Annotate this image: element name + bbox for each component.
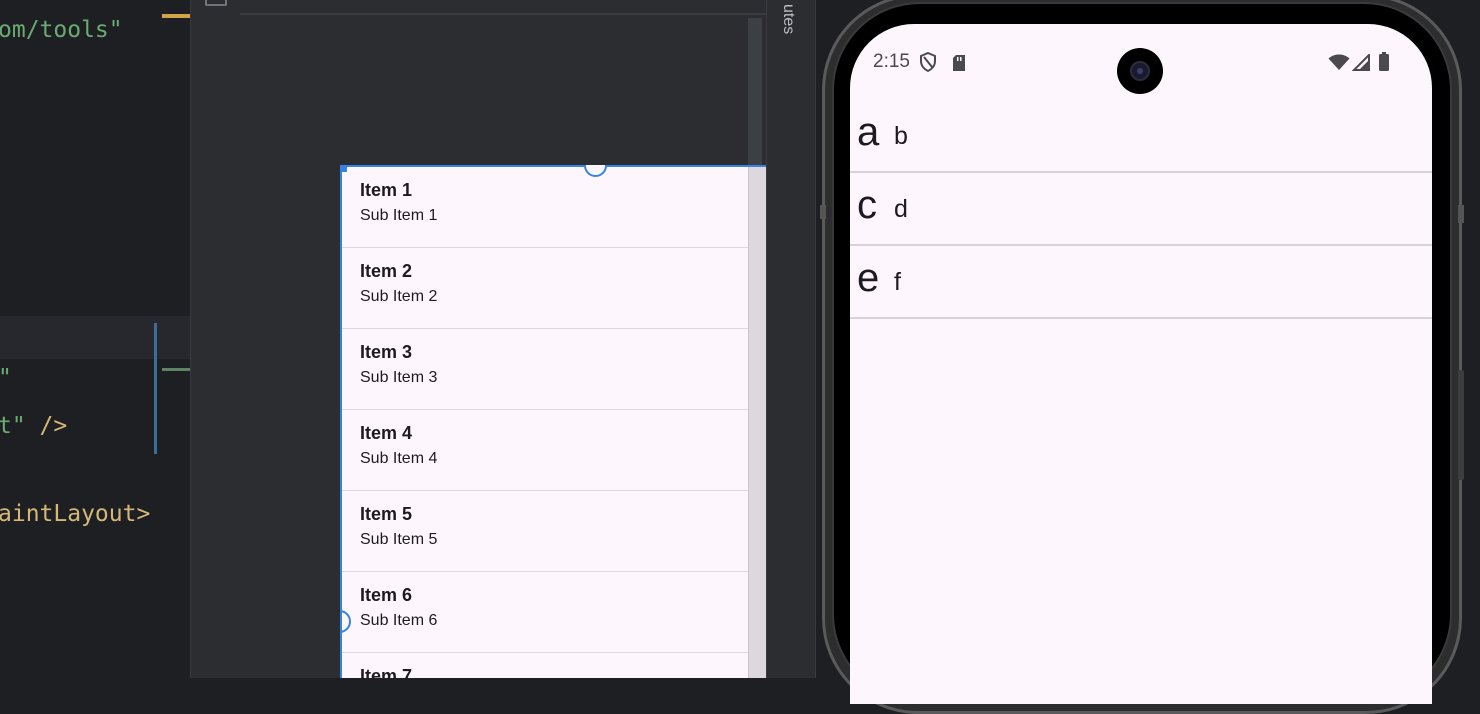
row-secondary-text: b bbox=[894, 122, 908, 150]
code-line-3[interactable]: t" /> bbox=[0, 412, 67, 440]
item-subtitle: Sub Item 5 bbox=[360, 531, 438, 548]
attributes-tool-window-bar: utes bbox=[766, 0, 816, 678]
layout-preview[interactable]: Item 1 Sub Item 1 Item 2 Sub Item 2 Item… bbox=[340, 165, 766, 678]
status-time: 2:15 bbox=[873, 51, 910, 72]
canvas-divider bbox=[240, 13, 766, 15]
row-primary-text: a bbox=[857, 110, 880, 154]
list-item[interactable]: Item 6 Sub Item 6 bbox=[342, 572, 748, 653]
device-frame-icon[interactable] bbox=[205, 0, 227, 6]
item-title: Item 3 bbox=[360, 342, 413, 362]
lens-reflection bbox=[1137, 68, 1143, 74]
change-marker bbox=[162, 14, 190, 18]
item-subtitle: Sub Item 2 bbox=[360, 288, 438, 305]
change-marker bbox=[162, 368, 190, 371]
current-line-highlight bbox=[0, 316, 190, 359]
sd-card-icon bbox=[953, 55, 965, 71]
item-title: Item 4 bbox=[360, 423, 413, 443]
camera-lens bbox=[1130, 61, 1150, 81]
attributes-tab[interactable]: utes bbox=[777, 4, 799, 34]
list-item[interactable]: Item 2 Sub Item 2 bbox=[342, 248, 748, 329]
code-string: " bbox=[0, 365, 12, 391]
front-camera bbox=[1117, 48, 1163, 94]
item-subtitle: Sub Item 4 bbox=[360, 450, 438, 467]
phone-side-button[interactable] bbox=[820, 205, 826, 219]
code-line-1[interactable]: om/tools" bbox=[0, 16, 123, 44]
code-string: om/tools" bbox=[0, 17, 123, 43]
volume-button[interactable] bbox=[1458, 370, 1464, 480]
code-tag-close: /> bbox=[25, 413, 68, 439]
code-editor[interactable]: om/tools" " t" /> aintLayout> bbox=[0, 0, 190, 678]
item-title: Item 7 bbox=[360, 666, 413, 678]
shield-icon bbox=[920, 52, 936, 72]
battery-icon bbox=[1379, 52, 1389, 71]
list-item[interactable]: c d bbox=[850, 173, 1432, 246]
power-button[interactable] bbox=[1458, 205, 1464, 223]
item-subtitle: Sub Item 3 bbox=[360, 369, 438, 386]
item-title: Item 2 bbox=[360, 261, 413, 281]
selection-corner-handle[interactable] bbox=[340, 165, 347, 172]
item-title: Item 5 bbox=[360, 504, 413, 524]
list-item[interactable]: Item 5 Sub Item 5 bbox=[342, 491, 748, 572]
code-line-4[interactable]: aintLayout> bbox=[0, 500, 150, 528]
design-toolbar bbox=[190, 0, 240, 678]
item-subtitle: Sub Item 6 bbox=[360, 612, 438, 629]
wifi-icon bbox=[1328, 54, 1350, 70]
list-item[interactable]: Item 3 Sub Item 3 bbox=[342, 329, 748, 410]
row-secondary-text: f bbox=[894, 268, 901, 296]
list-item[interactable]: Item 4 Sub Item 4 bbox=[342, 410, 748, 491]
code-line-2[interactable]: " bbox=[0, 364, 12, 392]
row-primary-text: c bbox=[857, 183, 877, 227]
list-item[interactable]: a b bbox=[850, 100, 1432, 173]
code-string: t" bbox=[0, 413, 26, 439]
list-item[interactable]: Item 7 bbox=[342, 653, 748, 678]
row-secondary-text: d bbox=[894, 195, 908, 223]
item-title: Item 6 bbox=[360, 585, 413, 605]
list-item[interactable]: e f bbox=[850, 246, 1432, 319]
row-primary-text: e bbox=[857, 256, 880, 300]
list-item[interactable]: Item 1 Sub Item 1 bbox=[342, 167, 748, 248]
device-screen[interactable]: 2:15 a b c d e f bbox=[850, 24, 1432, 704]
item-subtitle: Sub Item 1 bbox=[360, 207, 438, 224]
signal-icon bbox=[1352, 54, 1370, 71]
preview-scrollbar[interactable] bbox=[748, 167, 766, 678]
code-tag: aintLayout> bbox=[0, 501, 151, 527]
item-title: Item 1 bbox=[360, 180, 413, 200]
fold-indicator[interactable] bbox=[154, 323, 157, 454]
